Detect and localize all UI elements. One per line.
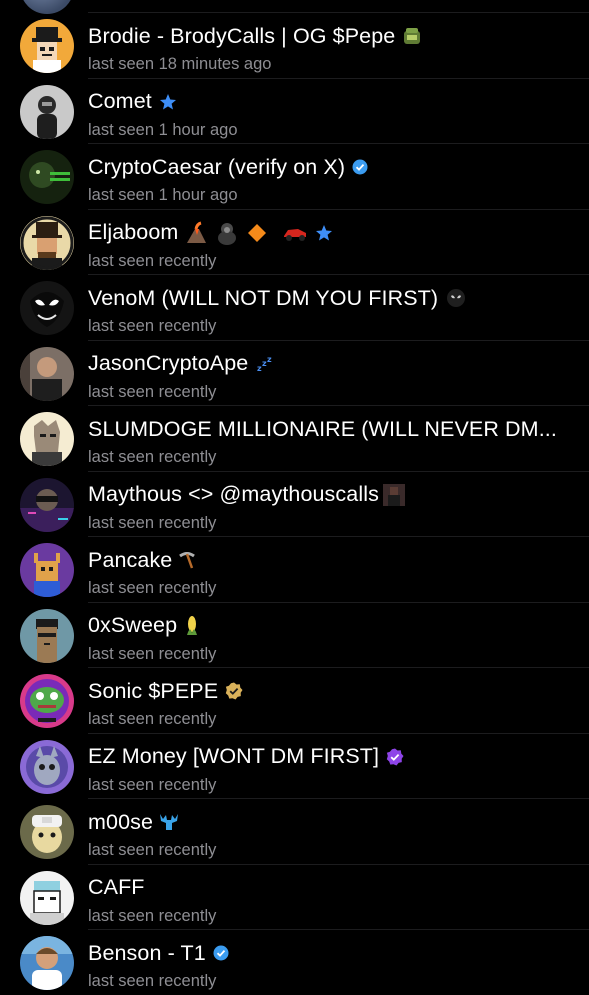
- last-seen-status: last seen 18 minutes ago: [88, 55, 272, 73]
- volcano-emoji: [184, 221, 208, 245]
- contact-name: 0xSweep: [88, 613, 178, 637]
- last-seen-status: last seen recently: [88, 841, 217, 859]
- contact-name: Pancake: [88, 547, 173, 572]
- contact-row[interactable]: Sonic $PEPE last seen recently: [0, 668, 589, 734]
- blue-star-icon: [159, 93, 177, 111]
- avatar: [20, 543, 74, 597]
- last-seen-status: last seen recently: [88, 972, 217, 990]
- contact-name: SLUMDOGE MILLIONAIRE (WILL NEVER DM...: [88, 416, 557, 441]
- contact-name: EZ Money [WONT DM FIRST]: [88, 744, 380, 768]
- avatar: [20, 84, 74, 139]
- avatar: [20, 870, 74, 925]
- race-car-emoji: [282, 224, 308, 242]
- contact-name: VenoM (WILL NOT DM YOU FIRST): [88, 285, 439, 310]
- avatar: [20, 805, 74, 859]
- contact-row[interactable]: Benson - T1 last seen recently: [0, 930, 589, 995]
- pixel-figure-emoji: [382, 483, 405, 506]
- contact-name: Maythous <> @maythouscalls: [88, 482, 379, 506]
- avatar: [20, 936, 74, 990]
- avatar: [20, 477, 74, 532]
- contact-name: CAFF: [88, 875, 145, 899]
- last-seen-status: last seen recently: [88, 775, 217, 794]
- avatar: [20, 608, 74, 663]
- last-seen-status: last seen recently: [88, 644, 217, 663]
- last-seen-status: last seen recently: [88, 579, 217, 597]
- money-bag-emoji: [401, 25, 423, 47]
- pickaxe-emoji: [177, 550, 197, 570]
- avatar: [20, 346, 74, 401]
- gold-verified-icon: [225, 682, 243, 700]
- last-seen-status: last seen recently: [88, 448, 217, 466]
- avatar: [20, 215, 74, 270]
- purple-verified-icon: [386, 748, 404, 766]
- contact-name: Brodie - BrodyCalls | OG $Pepe: [88, 23, 396, 48]
- avatar: [20, 739, 74, 794]
- contact-row[interactable]: Eljaboom last seen recently: [0, 210, 589, 275]
- last-seen-status: last seen 1 hour ago: [88, 186, 238, 204]
- contact-name: m00se: [88, 809, 154, 834]
- zzz-icon: zzz: [256, 355, 274, 373]
- contact-name: CryptoCaesar (verify on X): [88, 154, 346, 179]
- contact-name: Eljaboom: [88, 220, 179, 244]
- blue-star-icon: [315, 224, 333, 242]
- contact-row[interactable]: VenoM (WILL NOT DM YOU FIRST) last seen …: [0, 275, 589, 341]
- avatar: [20, 0, 74, 14]
- orange-diamond-emoji: [246, 222, 268, 244]
- last-seen-status: last seen recently: [88, 513, 217, 532]
- venom-emoji: [446, 288, 466, 308]
- svg-text:z: z: [267, 355, 272, 364]
- contact-row[interactable]: Comet last seen 1 hour ago: [0, 79, 589, 144]
- contact-name: Sonic $PEPE: [88, 678, 219, 703]
- contact-row[interactable]: 0xSweep last seen recently: [0, 603, 589, 668]
- contact-name: Benson - T1: [88, 940, 206, 965]
- avatar: [20, 412, 74, 466]
- contact-row[interactable]: EZ Money [WONT DM FIRST] last seen recen…: [0, 734, 589, 799]
- corn-emoji: [181, 615, 201, 637]
- contact-row[interactable]: m00se last seen recently: [0, 799, 589, 865]
- contact-row[interactable]: Brodie - BrodyCalls | OG $Pepe last seen…: [0, 13, 589, 79]
- avatar: [20, 19, 74, 73]
- contact-row[interactable]: JasonCryptoApe zzz last seen recently: [0, 341, 589, 406]
- contact-row[interactable]: CAFF last seen recently: [0, 865, 589, 930]
- last-seen-status: last seen 1 hour ago: [88, 120, 238, 139]
- moose-emoji: [158, 812, 180, 832]
- last-seen-status: last seen recently: [88, 906, 217, 925]
- avatar: [20, 281, 74, 335]
- last-seen-status: last seen recently: [88, 710, 217, 728]
- gorilla-emoji: [214, 221, 240, 245]
- contact-row-partial[interactable]: [0, 0, 589, 14]
- contact-row[interactable]: SLUMDOGE MILLIONAIRE (WILL NEVER DM... l…: [0, 406, 589, 472]
- avatar: [20, 674, 74, 728]
- contact-name: JasonCryptoApe: [88, 351, 249, 375]
- contact-row[interactable]: CryptoCaesar (verify on X) last seen 1 h…: [0, 144, 589, 210]
- avatar: [20, 150, 74, 204]
- contact-name: Comet: [88, 89, 152, 113]
- verified-badge-icon: [213, 945, 229, 961]
- contact-list: Brodie - BrodyCalls | OG $Pepe last seen…: [0, 0, 589, 995]
- verified-badge-icon: [352, 159, 368, 175]
- last-seen-status: last seen recently: [88, 382, 217, 401]
- last-seen-status: last seen recently: [88, 317, 217, 335]
- last-seen-status: last seen recently: [88, 251, 217, 270]
- contact-row[interactable]: Pancake last seen recently: [0, 537, 589, 603]
- contact-row[interactable]: Maythous <> @maythouscalls last seen rec…: [0, 472, 589, 537]
